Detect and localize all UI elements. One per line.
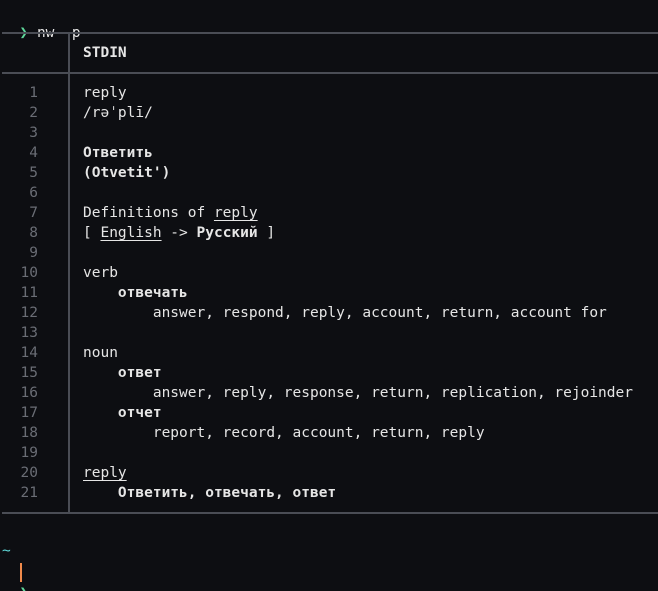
prompt-chevron-icon: ❯ xyxy=(19,585,28,591)
bold-text: отвечать xyxy=(117,285,188,301)
line-text: [ English -> Русский ] xyxy=(83,223,275,243)
underlined-term: reply xyxy=(213,205,258,221)
text-segment xyxy=(83,285,118,301)
text-segment xyxy=(83,405,118,421)
line-number: 10 xyxy=(20,265,38,281)
line-number: 15 xyxy=(20,365,38,381)
content-line: 7 Definitions of reply xyxy=(0,203,658,223)
content-line: 10 verb xyxy=(0,263,658,283)
bold-text: Ответить, отвечать, ответ xyxy=(117,485,337,501)
line-number: 3 xyxy=(29,125,38,141)
line-number: 4 xyxy=(29,145,38,161)
line-text: Definitions of reply xyxy=(83,203,258,223)
line-number: 6 xyxy=(29,185,38,201)
line-text: отчет xyxy=(83,403,162,423)
text-segment: -> xyxy=(161,225,197,241)
line-number: 16 xyxy=(20,385,38,401)
line-text: reply xyxy=(83,83,127,103)
content-line: 17 отчет xyxy=(0,403,658,423)
line-number: 7 xyxy=(29,205,38,221)
text-segment: answer, reply, response, return, replica… xyxy=(83,385,633,401)
line-number: 2 xyxy=(29,105,38,121)
content-line: 1 reply xyxy=(0,83,658,103)
bold-text: Ответить xyxy=(83,145,153,161)
content-line: 12 answer, respond, reply, account, retu… xyxy=(0,303,658,323)
content-line: 21 Ответить, отвечать, ответ xyxy=(0,483,658,503)
text-segment: Definitions of xyxy=(83,205,214,221)
bold-text: Русский xyxy=(196,225,258,241)
content-line: 9 xyxy=(0,243,658,263)
text-segment: /rəˈplī/ xyxy=(83,105,153,121)
content-line: 8 [ English -> Русский ] xyxy=(0,223,658,243)
header-bottom-rule xyxy=(2,72,658,74)
line-text: noun xyxy=(83,343,118,363)
line-number: 21 xyxy=(20,485,38,501)
content-line: 6 xyxy=(0,183,658,203)
line-number: 12 xyxy=(20,305,38,321)
line-text: Ответить, отвечать, ответ xyxy=(83,483,336,503)
line-text: ответ xyxy=(83,363,162,383)
cwd-tilde: ~ xyxy=(2,543,11,559)
text-segment xyxy=(83,485,118,501)
line-number: 13 xyxy=(20,325,38,341)
underlined-term: English xyxy=(100,225,162,241)
text-segment xyxy=(83,365,118,381)
line-text: отвечать xyxy=(83,283,188,303)
line-number: 11 xyxy=(20,285,38,301)
content-line: 4 Ответить xyxy=(0,143,658,163)
content-line: 15 ответ xyxy=(0,363,658,383)
bold-text: ответ xyxy=(117,365,162,381)
line-text: (Otvetit') xyxy=(83,163,170,183)
file-header-label: STDIN xyxy=(83,45,127,61)
footer-rule xyxy=(2,512,658,514)
line-number: 18 xyxy=(20,425,38,441)
line-text: answer, reply, response, return, replica… xyxy=(83,383,633,403)
content-line: 18 report, record, account, return, repl… xyxy=(0,423,658,443)
line-number: 8 xyxy=(29,225,38,241)
bold-text: (Otvetit') xyxy=(83,165,171,181)
content-line: 3 xyxy=(0,123,658,143)
header-top-rule xyxy=(2,32,658,34)
command-line: ❯ nw -p xyxy=(2,3,80,41)
content-line: 20 reply xyxy=(0,463,658,483)
line-number: 1 xyxy=(29,85,38,101)
bold-text: отчет xyxy=(117,405,162,421)
text-segment: [ xyxy=(83,225,101,241)
line-text: Ответить xyxy=(83,143,153,163)
line-number: 17 xyxy=(20,405,38,421)
text-segment: ] xyxy=(257,225,276,241)
line-text: answer, respond, reply, account, return,… xyxy=(83,303,607,323)
line-text: reply xyxy=(83,463,127,483)
text-segment: report, record, account, return, reply xyxy=(83,425,485,441)
content-line: 19 xyxy=(0,443,658,463)
line-number: 20 xyxy=(20,465,38,481)
line-text: report, record, account, return, reply xyxy=(83,423,485,443)
content-line: 14 noun xyxy=(0,343,658,363)
text-segment: answer, respond, reply, account, return,… xyxy=(83,305,607,321)
line-number: 9 xyxy=(29,245,38,261)
content-line: 2/rəˈplī/ xyxy=(0,103,658,123)
underlined-term: reply xyxy=(83,465,127,481)
text-cursor[interactable] xyxy=(20,563,22,582)
line-number: 5 xyxy=(29,165,38,181)
text-segment: verb xyxy=(83,265,118,281)
next-prompt-line[interactable]: ❯ xyxy=(2,563,28,591)
content-line: 13 xyxy=(0,323,658,343)
line-text: verb xyxy=(83,263,118,283)
content-line: 16 answer, reply, response, return, repl… xyxy=(0,383,658,403)
line-text: /rəˈplī/ xyxy=(83,103,153,123)
line-number: 19 xyxy=(20,445,38,461)
text-segment: reply xyxy=(83,85,127,101)
content-line: 5 (Otvetit') xyxy=(0,163,658,183)
line-number: 14 xyxy=(20,345,38,361)
content-line: 11 отвечать xyxy=(0,283,658,303)
text-segment: noun xyxy=(83,345,118,361)
